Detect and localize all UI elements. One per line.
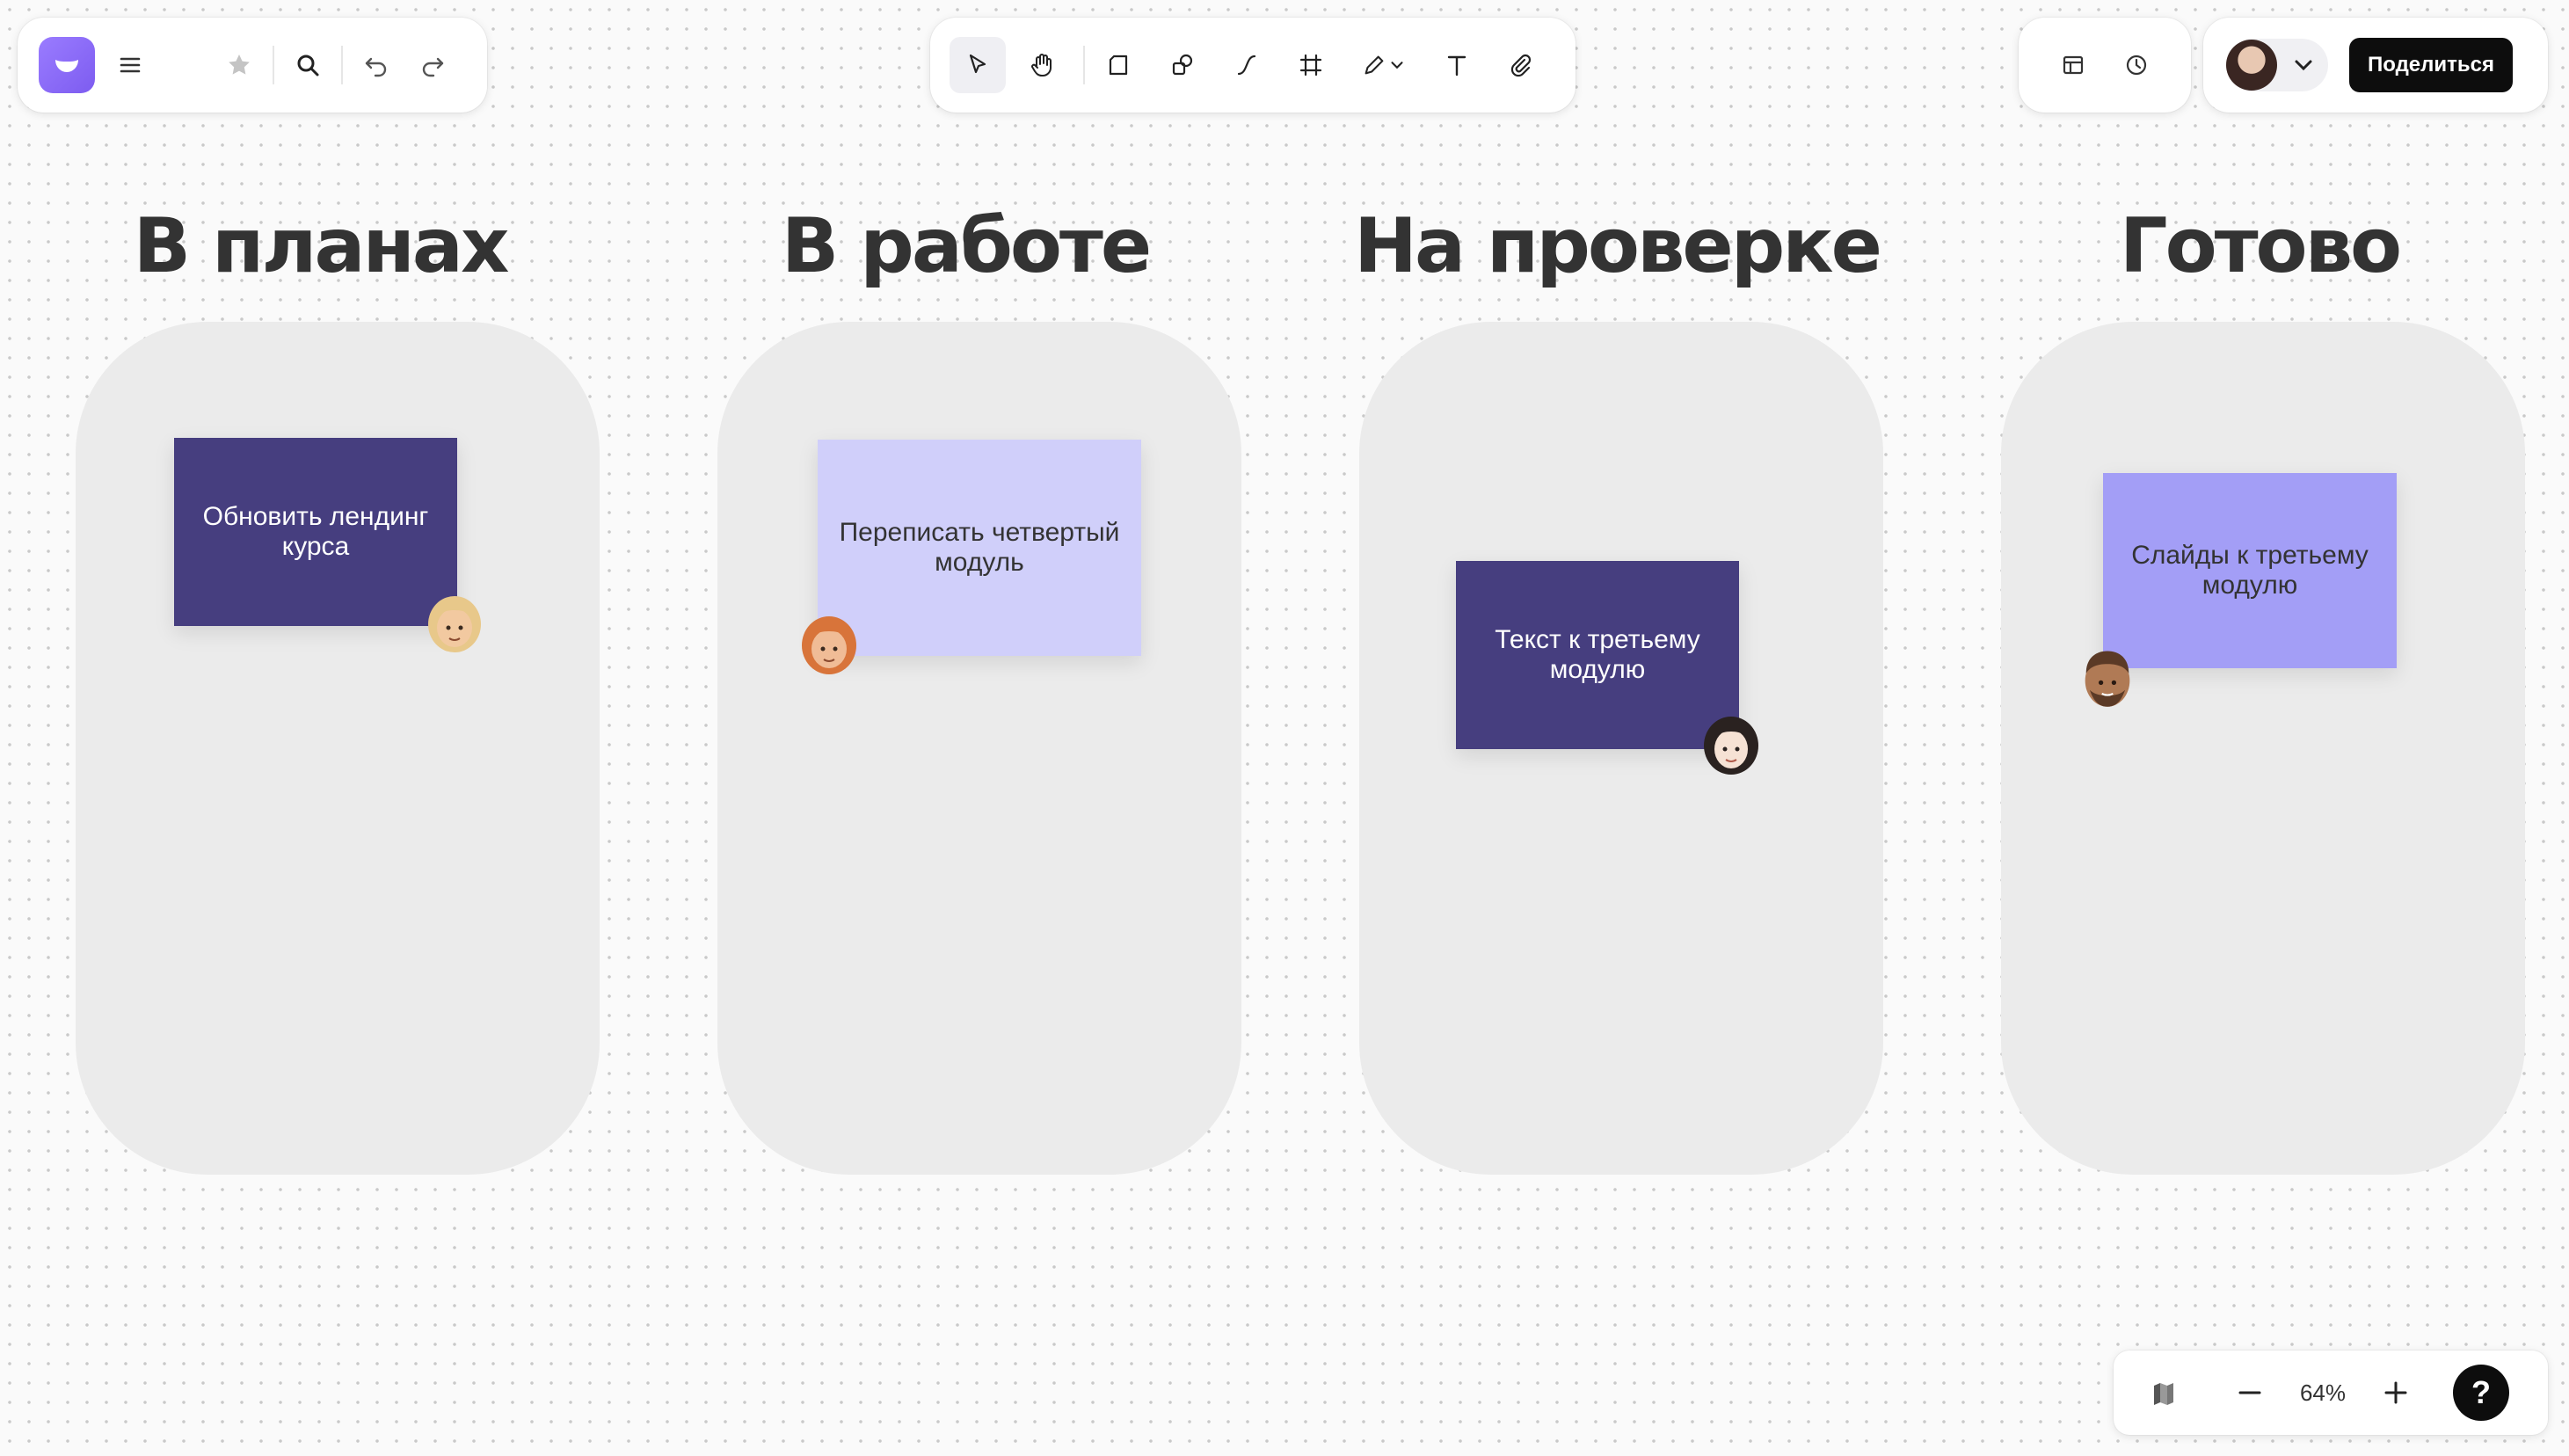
connector-line-icon[interactable] xyxy=(1219,37,1275,93)
clock-history-icon[interactable] xyxy=(2108,37,2165,93)
hand-pan-icon[interactable] xyxy=(1014,37,1070,93)
chevron-down-icon xyxy=(1391,62,1403,69)
column-title-in-progress: В работе xyxy=(781,202,1152,290)
pen-icon[interactable] xyxy=(1347,37,1421,93)
column-title-done: Готово xyxy=(2119,202,2402,290)
share-panel: Поделиться xyxy=(2203,18,2548,113)
avatar xyxy=(2226,40,2277,91)
zoom-level: 64% xyxy=(2299,1379,2347,1406)
zoom-in-button[interactable] xyxy=(2370,1367,2421,1418)
separator xyxy=(341,46,343,84)
zoom-controls: 64% ? xyxy=(2114,1350,2548,1435)
main-menu-panel xyxy=(18,18,487,113)
select-cursor-icon[interactable] xyxy=(950,37,1006,93)
redo-icon[interactable] xyxy=(404,37,461,93)
task-card[interactable]: Слайды к третьему модулю xyxy=(2103,473,2397,668)
app-logo-icon[interactable] xyxy=(39,37,95,93)
layout-panel-icon[interactable] xyxy=(2045,37,2101,93)
hamburger-menu-icon[interactable] xyxy=(102,37,158,93)
attachment-icon[interactable] xyxy=(1493,37,1549,93)
separator xyxy=(1083,46,1085,84)
share-button[interactable]: Поделиться xyxy=(2349,38,2513,92)
collaborator-avatar xyxy=(2085,651,2130,707)
tools-toolbar xyxy=(930,18,1576,113)
help-button[interactable]: ? xyxy=(2453,1365,2509,1421)
separator xyxy=(273,46,274,84)
task-card[interactable]: Текст к третьему модулю xyxy=(1456,561,1739,749)
zoom-out-button[interactable] xyxy=(2224,1367,2275,1418)
collaborator-avatar xyxy=(1704,717,1758,775)
search-icon[interactable] xyxy=(280,37,336,93)
column-done xyxy=(2001,322,2525,1175)
collaborator-avatar xyxy=(428,596,481,652)
star-icon[interactable] xyxy=(211,37,267,93)
user-avatar-menu[interactable] xyxy=(2226,39,2328,91)
shapes-icon[interactable] xyxy=(1154,37,1211,93)
column-title-review: На проверке xyxy=(1353,202,1882,290)
collaborator-avatar xyxy=(802,616,856,674)
views-panel xyxy=(2019,18,2191,113)
text-icon[interactable] xyxy=(1429,37,1485,93)
sticky-note-icon[interactable] xyxy=(1090,37,1146,93)
task-card[interactable]: Переписать четвертый модуль xyxy=(818,440,1141,656)
chevron-down-icon xyxy=(2295,60,2312,71)
undo-icon[interactable] xyxy=(348,37,404,93)
column-title-planned: В планах xyxy=(133,202,510,290)
task-card[interactable]: Обновить лендинг курса xyxy=(174,438,457,626)
map-icon[interactable] xyxy=(2138,1367,2189,1418)
frame-icon[interactable] xyxy=(1283,37,1339,93)
